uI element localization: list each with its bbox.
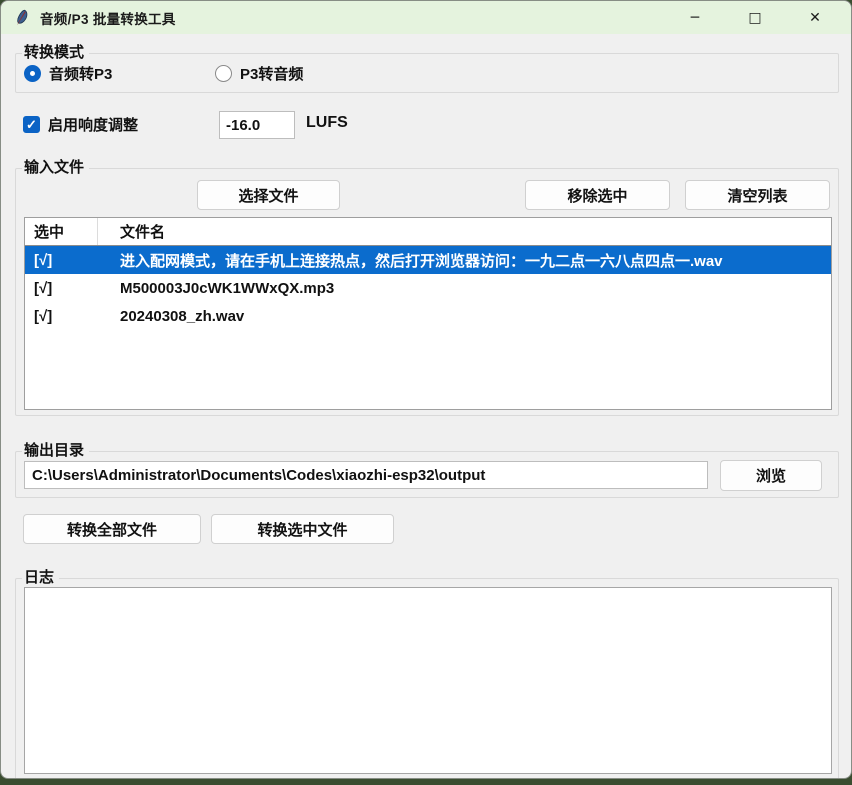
loudness-row: ✓ 启用响度调整 LUFS [23, 111, 839, 139]
table-row[interactable]: [√] M500003J0cWK1WWxQX.mp3 [25, 274, 831, 302]
column-header-checked[interactable]: 选中 [25, 218, 98, 245]
convert-all-button[interactable]: 转换全部文件 [23, 514, 201, 544]
column-header-filename[interactable]: 文件名 [98, 218, 831, 245]
radio-p3-to-audio-label: P3转音频 [240, 63, 303, 84]
row-checked-cell[interactable]: [√] [25, 308, 98, 325]
output-path-input[interactable] [24, 461, 708, 489]
input-files-label: 输入文件 [22, 158, 89, 178]
convert-selected-button[interactable]: 转换选中文件 [211, 514, 394, 544]
output-dir-group: 输出目录 浏览 [15, 451, 839, 498]
row-checked-cell[interactable]: [√] [25, 252, 98, 269]
radio-unselected-icon[interactable] [215, 65, 232, 82]
row-filename-cell[interactable]: M500003J0cWK1WWxQX.mp3 [98, 280, 831, 297]
radio-audio-to-p3[interactable]: 音频转P3 [24, 54, 112, 92]
lufs-value-input[interactable] [219, 111, 295, 139]
action-row: 转换全部文件 转换选中文件 [23, 514, 839, 544]
radio-selected-icon[interactable] [24, 65, 41, 82]
select-files-button[interactable]: 选择文件 [197, 180, 340, 210]
loudness-checkbox[interactable]: ✓ [23, 116, 40, 133]
radio-p3-to-audio[interactable]: P3转音频 [215, 54, 303, 92]
output-dir-label: 输出目录 [22, 441, 89, 461]
file-table-header: 选中 文件名 [25, 218, 831, 246]
row-checked-cell[interactable]: [√] [25, 280, 98, 297]
table-row[interactable]: [√] 20240308_zh.wav [25, 302, 831, 330]
log-group: 日志 [15, 578, 839, 779]
conversion-mode-group: 转换模式 音频转P3 P3转音频 [15, 53, 839, 93]
app-icon [14, 9, 31, 26]
file-table: 选中 文件名 [√] 进入配网模式，请在手机上连接热点，然后打开浏览器访问：一九… [24, 217, 832, 410]
lufs-unit-label: LUFS [306, 114, 348, 132]
browse-button[interactable]: 浏览 [720, 460, 822, 491]
row-filename-cell[interactable]: 进入配网模式，请在手机上连接热点，然后打开浏览器访问：一九二点一六八点四点一.w… [98, 250, 831, 271]
remove-selected-button[interactable]: 移除选中 [525, 180, 670, 210]
minimize-icon[interactable]: ─ [665, 1, 725, 34]
mode-radio-row: 音频转P3 P3转音频 [24, 54, 830, 92]
maximize-icon[interactable]: □ [725, 1, 785, 34]
table-row[interactable]: [√] 进入配网模式，请在手机上连接热点，然后打开浏览器访问：一九二点一六八点四… [25, 246, 831, 274]
radio-audio-to-p3-label: 音频转P3 [49, 63, 112, 84]
log-label: 日志 [22, 568, 59, 588]
window-title: 音频/P3 批量转换工具 [40, 8, 176, 28]
loudness-checkbox-label[interactable]: 启用响度调整 [48, 114, 138, 135]
app-window: 音频/P3 批量转换工具 ─ □ ✕ 转换模式 音频转P3 P3转音频 ✓ 启用… [0, 0, 852, 779]
log-textarea[interactable] [24, 587, 832, 774]
input-files-group: 输入文件 选择文件 移除选中 清空列表 选中 文件名 [√] 进入配网模式，请在… [15, 168, 839, 416]
window-controls: ─ □ ✕ [665, 1, 851, 34]
close-icon[interactable]: ✕ [785, 1, 845, 34]
row-filename-cell[interactable]: 20240308_zh.wav [98, 308, 831, 325]
title-bar: 音频/P3 批量转换工具 ─ □ ✕ [1, 1, 851, 34]
clear-list-button[interactable]: 清空列表 [685, 180, 830, 210]
